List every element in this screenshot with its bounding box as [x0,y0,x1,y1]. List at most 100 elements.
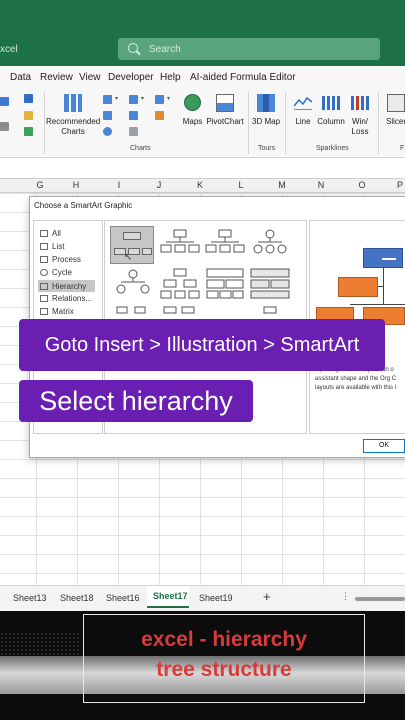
layout-labeled-hierarchy[interactable] [160,268,200,300]
more-options-icon[interactable]: ⋮ [341,591,350,602]
formula-area [0,158,405,176]
winloss-sparkline-icon[interactable] [351,96,369,110]
layout-horizontal-hierarchy[interactable] [160,305,200,319]
slicer-label[interactable]: Slicer [384,117,405,127]
tab-view[interactable]: View [79,72,101,83]
layout-circle-picture-hierarchy[interactable] [250,228,290,260]
chevron-down-icon[interactable]: ▾ [141,95,144,102]
column-header-l[interactable]: L [221,180,261,190]
pivotchart-icon[interactable] [216,94,234,112]
combo-chart-icon[interactable] [155,111,164,120]
layout-architecture[interactable] [250,268,290,300]
chevron-down-icon[interactable]: ▾ [167,95,170,102]
cycle-icon [40,269,48,276]
preview-assistant-box [338,277,378,297]
preview-text-line [382,258,396,260]
ok-button[interactable]: OK [363,439,405,453]
column-header-o[interactable]: O [342,180,382,190]
process-icon [40,256,48,263]
sheet-tab-18[interactable]: Sheet18 [60,593,94,603]
3d-map-label[interactable]: 3D Map [252,117,280,127]
column-header-p[interactable]: P [380,180,405,190]
group-label-filters: F [400,145,405,152]
category-label: Hierarchy [52,281,87,291]
column-header-k[interactable]: K [180,180,220,190]
relationship-icon [40,295,48,302]
category-label: All [52,229,61,238]
instruction-text: Goto Insert > Illustration > SmartArt [44,334,360,356]
3d-map-icon[interactable] [257,94,275,112]
chevron-down-icon[interactable]: ▾ [115,95,118,102]
search-placeholder: Search [149,44,181,55]
pivotchart-label[interactable]: PivotChart [206,117,244,127]
scatter-chart-icon[interactable] [129,127,138,136]
line-chart-icon[interactable] [103,111,112,120]
addin-store-icon[interactable] [24,111,33,120]
column-header-g[interactable]: G [20,180,60,190]
sheet-tab-17[interactable]: Sheet17 [153,591,188,601]
globe-icon[interactable] [184,94,201,111]
column-sparkline-icon[interactable] [322,96,340,110]
excel-window: xcel Search Data Review View Developer H… [0,0,405,720]
group-label-tours: Tours [258,145,276,152]
layout-shape [142,248,152,255]
pie-chart-icon[interactable] [103,127,112,136]
layout-hierarchy[interactable] [113,268,153,300]
category-hierarchy[interactable]: Hierarchy [38,280,95,292]
winloss-sparkline-label[interactable]: Win/ Loss [348,117,372,137]
description-line: assistant shape and the Org C [315,376,397,382]
tab-ai-formula-editor[interactable]: AI-aided Formula Editor [190,72,296,83]
recommended-charts-icon[interactable] [64,94,82,112]
category-label: Process [52,255,81,264]
caption-line-1: excel - hierarchy [141,628,307,651]
line-sparkline-icon[interactable] [293,96,313,110]
category-relationship[interactable]: Relations... [40,294,92,303]
category-list-item[interactable]: List [40,242,64,251]
dialog-title: Choose a SmartArt Graphic [34,201,133,210]
column-header-n[interactable]: N [301,180,341,190]
ribbon-separator [44,92,45,154]
category-label: Relations... [52,294,93,303]
instruction-text-secondary: Select hierarchy [39,386,233,416]
layout-table-hierarchy[interactable] [205,268,245,300]
layout-name-title-org-chart[interactable] [160,228,200,260]
tab-review[interactable]: Review [40,72,73,83]
add-sheet-button[interactable]: + [263,589,271,604]
sheet-tab-19[interactable]: Sheet19 [199,593,233,603]
category-matrix[interactable]: Matrix [40,307,74,316]
column-header-h[interactable]: H [56,180,96,190]
hierarchy-icon [40,282,48,290]
all-icon [40,230,48,237]
maps-label[interactable]: Maps [180,117,205,127]
slicer-icon[interactable] [387,94,405,112]
ribbon-separator [285,92,286,154]
horizontal-scrollbar[interactable] [355,597,405,601]
tab-data[interactable]: Data [10,72,31,83]
category-cycle[interactable]: Cycle [40,268,72,277]
shapes-icon[interactable] [0,122,9,131]
column-header-j[interactable]: J [139,180,179,190]
statistic-chart-icon[interactable] [155,95,164,104]
layout-horizontal-org-chart[interactable] [113,305,153,319]
category-label: List [52,242,65,251]
sheet-tab-16[interactable]: Sheet16 [106,593,140,603]
layout-half-circle-org-chart[interactable] [205,228,245,260]
category-all[interactable]: All [40,229,61,238]
illustration-icon[interactable] [0,97,9,106]
category-label: Matrix [52,307,74,316]
column-chart-icon[interactable] [103,95,112,104]
column-header-i[interactable]: I [99,180,139,190]
recommended-charts-label[interactable]: Recommended Charts [46,117,100,137]
sheet-tab-13[interactable]: Sheet13 [13,593,47,603]
category-process[interactable]: Process [40,255,81,264]
layout-horizontal-labeled[interactable] [250,305,290,319]
tab-developer[interactable]: Developer [108,72,154,83]
addin-icon[interactable] [24,94,33,103]
tab-help[interactable]: Help [160,72,181,83]
addin-my-icon[interactable] [24,127,33,136]
column-sparkline-label[interactable]: Column [316,117,346,127]
line-sparkline-label[interactable]: Line [293,117,313,127]
waterfall-chart-icon[interactable] [129,111,138,120]
hierarchy-chart-icon[interactable] [129,95,138,104]
column-header-m[interactable]: M [262,180,302,190]
